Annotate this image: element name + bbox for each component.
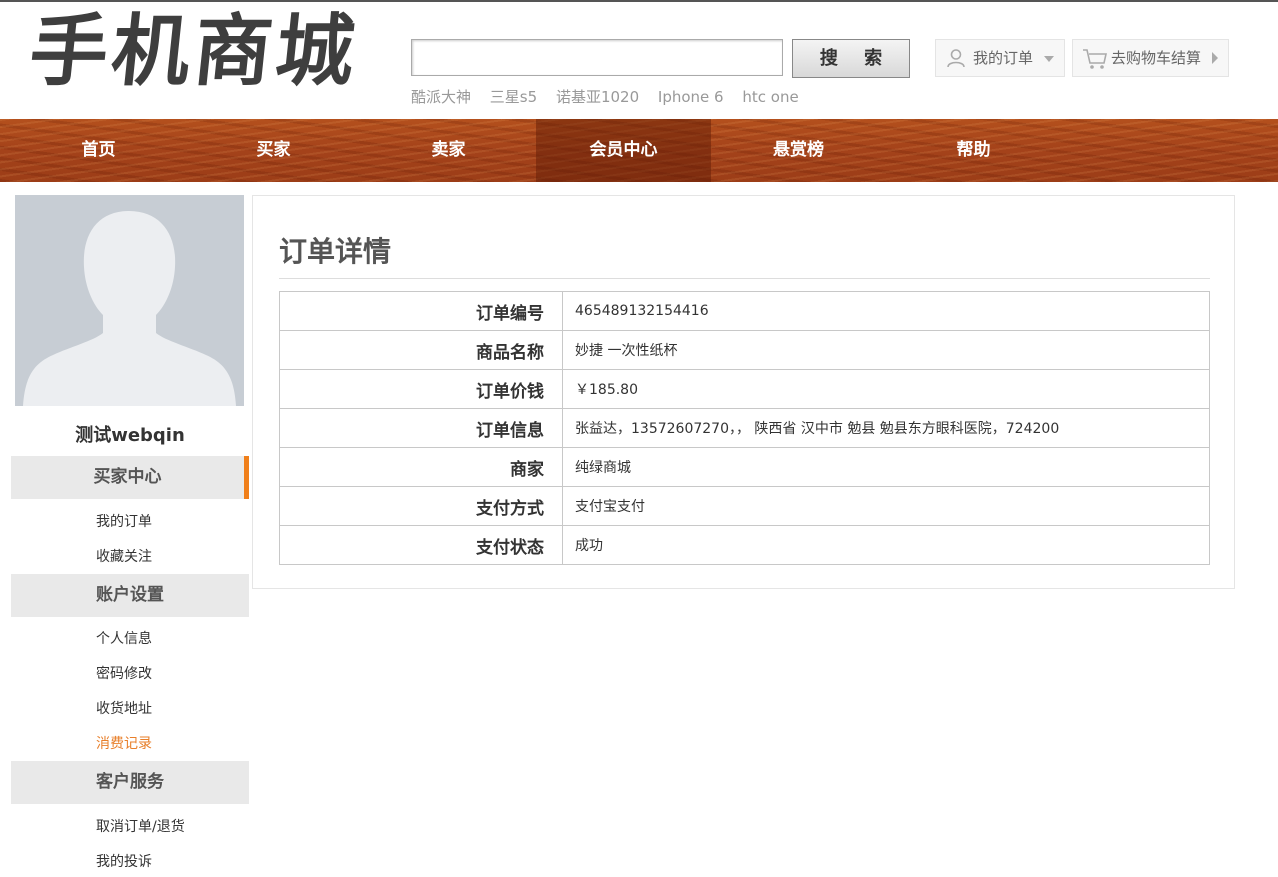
payment-status-value: 成功 xyxy=(562,525,1210,565)
sidebar-link-change-password[interactable]: 密码修改 xyxy=(96,663,152,683)
row-label: 商家 xyxy=(279,447,563,487)
nav-item-buyer[interactable]: 买家 xyxy=(186,119,361,182)
table-row: 支付状态 成功 xyxy=(279,525,1210,565)
product-name-value: 妙捷 一次性纸杯 xyxy=(562,330,1210,370)
sidebar-link-spending-records[interactable]: 消费记录 xyxy=(96,733,152,753)
sidebar-section-buyer-center[interactable]: 买家中心 xyxy=(11,456,249,499)
sidebar-link-my-complaints[interactable]: 我的投诉 xyxy=(96,851,152,871)
search-input[interactable] xyxy=(411,39,783,76)
sidebar-link-shipping-address[interactable]: 收货地址 xyxy=(96,698,152,718)
cart-label: 去购物车结算 xyxy=(1111,49,1202,67)
order-detail-panel: 订单详情 订单编号 465489132154416 商品名称 妙捷 一次性纸杯 … xyxy=(252,195,1235,589)
sidebar-link-favorites[interactable]: 收藏关注 xyxy=(96,546,152,566)
hot-keyword-link[interactable]: 诺基亚1020 xyxy=(556,88,639,106)
table-row: 商家 纯绿商城 xyxy=(279,447,1210,487)
cart-checkout-button[interactable]: 去购物车结算 xyxy=(1072,39,1229,77)
shopping-cart-icon xyxy=(1083,49,1107,69)
main-nav: 首页 买家 卖家 会员中心 悬赏榜 帮助 xyxy=(0,119,1278,182)
sidebar-section-account-settings[interactable]: 账户设置 xyxy=(11,574,249,617)
row-label: 订单信息 xyxy=(279,408,563,448)
search-button[interactable]: 搜 索 xyxy=(792,39,910,78)
row-label: 商品名称 xyxy=(279,330,563,370)
username: 测试webqin xyxy=(75,425,185,446)
hot-keyword-link[interactable]: 酷派大神 xyxy=(411,88,471,106)
avatar xyxy=(15,195,244,406)
order-info-value: 张益达，13572607270，， 陕西省 汉中市 勉县 勉县东方眼科医院，72… xyxy=(562,408,1210,448)
sidebar-link-cancel-return[interactable]: 取消订单/退货 xyxy=(96,816,185,836)
row-label: 支付状态 xyxy=(279,525,563,565)
chevron-right-icon xyxy=(1212,52,1218,64)
table-row: 订单价钱 ￥185.80 xyxy=(279,369,1210,409)
sidebar-section-customer-service[interactable]: 客户服务 xyxy=(11,761,249,804)
row-label: 订单价钱 xyxy=(279,369,563,409)
row-label: 订单编号 xyxy=(279,291,563,331)
nav-item-seller[interactable]: 卖家 xyxy=(361,119,536,182)
chevron-down-icon xyxy=(1044,56,1054,62)
nav-item-bounty[interactable]: 悬赏榜 xyxy=(711,119,886,182)
row-label: 支付方式 xyxy=(279,486,563,526)
table-row: 订单信息 张益达，13572607270，， 陕西省 汉中市 勉县 勉县东方眼科… xyxy=(279,408,1210,448)
my-orders-label: 我的订单 xyxy=(973,49,1034,67)
page-title: 订单详情 xyxy=(279,235,392,268)
nav-item-member-center[interactable]: 会员中心 xyxy=(536,119,711,182)
hot-keywords: 酷派大神 三星s5 诺基亚1020 Iphone 6 htc one xyxy=(411,86,813,107)
order-number-value: 465489132154416 xyxy=(562,291,1210,331)
merchant-value: 纯绿商城 xyxy=(562,447,1210,487)
default-avatar-silhouette xyxy=(15,195,244,406)
sidebar-link-my-orders[interactable]: 我的订单 xyxy=(96,511,152,531)
hot-keyword-link[interactable]: Iphone 6 xyxy=(658,88,724,106)
table-row: 支付方式 支付宝支付 xyxy=(279,486,1210,526)
nav-item-help[interactable]: 帮助 xyxy=(886,119,1061,182)
order-price-value: ￥185.80 xyxy=(562,369,1210,409)
payment-method-value: 支付宝支付 xyxy=(562,486,1210,526)
my-orders-dropdown[interactable]: 我的订单 xyxy=(935,39,1065,77)
hot-keyword-link[interactable]: 三星s5 xyxy=(490,88,537,106)
order-detail-table: 订单编号 465489132154416 商品名称 妙捷 一次性纸杯 订单价钱 … xyxy=(279,291,1210,565)
site-logo[interactable]: 手机商城 xyxy=(25,6,363,98)
nav-item-home[interactable]: 首页 xyxy=(11,119,186,182)
table-row: 订单编号 465489132154416 xyxy=(279,291,1210,331)
sidebar-link-profile[interactable]: 个人信息 xyxy=(96,628,152,648)
hot-keyword-link[interactable]: htc one xyxy=(742,88,798,106)
title-divider xyxy=(279,278,1210,279)
user-icon xyxy=(947,49,965,68)
table-row: 商品名称 妙捷 一次性纸杯 xyxy=(279,330,1210,370)
top-border-line xyxy=(0,0,1278,2)
